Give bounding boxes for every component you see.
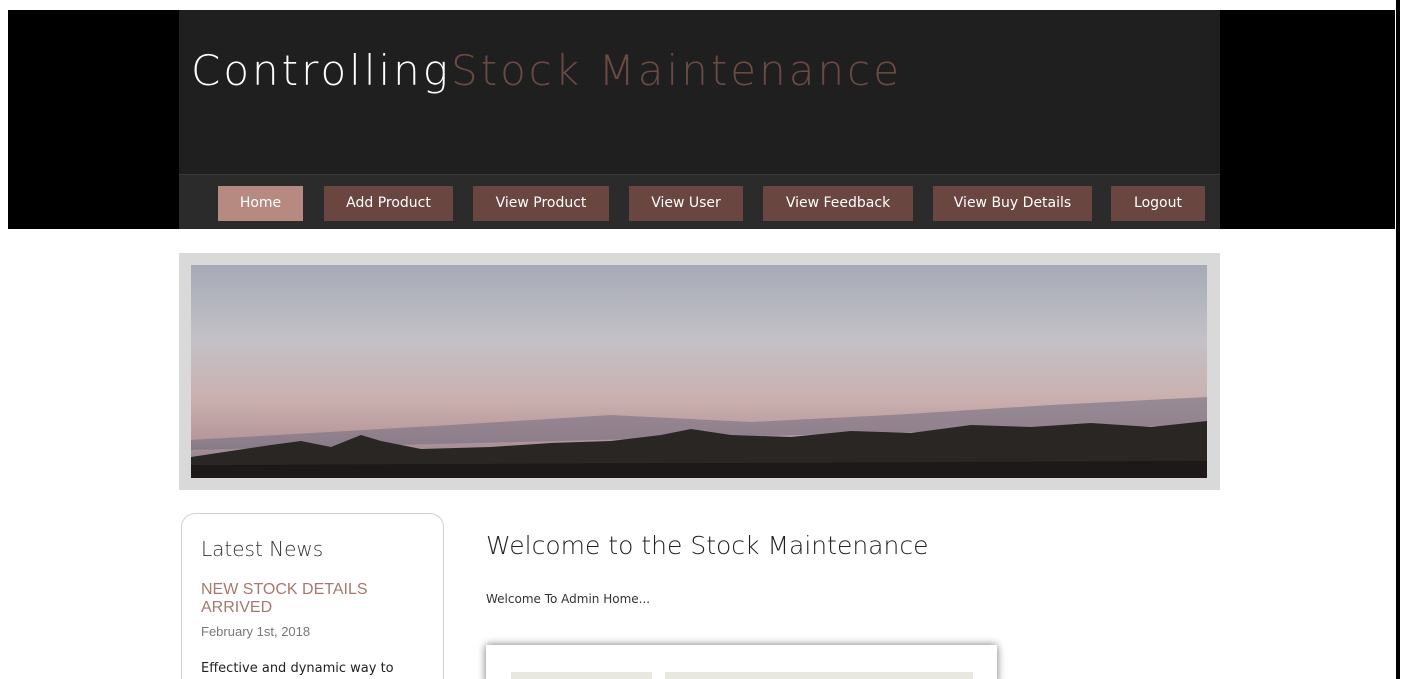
nav-add-product[interactable]: Add Product xyxy=(324,186,453,221)
nav-home[interactable]: Home xyxy=(218,186,303,221)
page-subtitle: Welcome To Admin Home... xyxy=(486,592,651,606)
nav-view-feedback[interactable]: View Feedback xyxy=(763,186,913,221)
panel-cell xyxy=(665,672,973,679)
logo-text-primary: Controlling xyxy=(191,46,451,95)
logo-text-secondary: Stock Maintenance xyxy=(450,46,903,95)
sunset-landscape-image xyxy=(191,265,1207,478)
news-item-body: Effective and dynamic way to xyxy=(201,661,394,676)
content-panel xyxy=(486,645,997,679)
main-nav: Home Add Product View Product View User … xyxy=(179,174,1220,229)
site-logo[interactable]: ControllingStock Maintenance xyxy=(191,46,902,95)
nav-logout[interactable]: Logout xyxy=(1111,186,1205,221)
nav-view-buy-details[interactable]: View Buy Details xyxy=(933,186,1092,221)
nav-view-product[interactable]: View Product xyxy=(473,186,609,221)
nav-view-user[interactable]: View User xyxy=(629,186,743,221)
banner-image xyxy=(191,265,1207,478)
sidebar-title: Latest News xyxy=(201,537,324,561)
banner xyxy=(179,253,1220,490)
news-item-title[interactable]: NEW STOCK DETAILS ARRIVED xyxy=(201,581,411,617)
panel-cell xyxy=(511,672,652,679)
page-title: Welcome to the Stock Maintenance xyxy=(486,531,929,560)
news-item-date: February 1st, 2018 xyxy=(201,624,311,639)
window-right-border xyxy=(1396,0,1400,679)
site-header: ControllingStock Maintenance xyxy=(179,10,1220,174)
latest-news-panel: Latest News NEW STOCK DETAILS ARRIVED Fe… xyxy=(181,513,444,679)
